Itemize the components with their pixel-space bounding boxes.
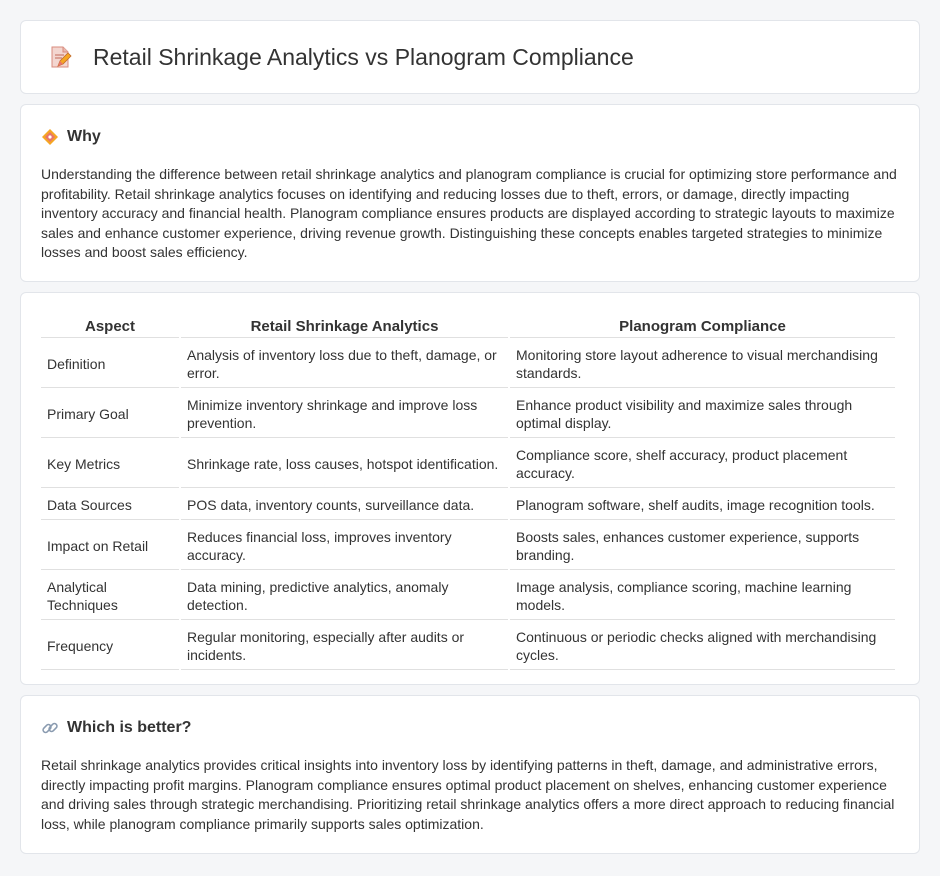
table-row: Primary Goal Minimize inventory shrinkag… — [41, 390, 895, 438]
table-row: Analytical Techniques Data mining, predi… — [41, 572, 895, 620]
header-aspect: Aspect — [41, 315, 179, 338]
table-header-row: Aspect Retail Shrinkage Analytics Planog… — [41, 315, 895, 338]
row-planogram-value: Image analysis, compliance scoring, mach… — [510, 572, 895, 620]
row-planogram-value: Continuous or periodic checks aligned wi… — [510, 622, 895, 670]
diamond-warning-icon — [41, 128, 59, 146]
link-icon — [41, 719, 59, 737]
row-planogram-value: Monitoring store layout adherence to vis… — [510, 340, 895, 388]
row-aspect: Primary Goal — [41, 390, 179, 438]
why-section: Why Understanding the difference between… — [20, 104, 920, 282]
which-is-better-section: Which is better? Retail shrinkage analyt… — [20, 695, 920, 854]
row-aspect: Data Sources — [41, 490, 179, 520]
comparison-card: Aspect Retail Shrinkage Analytics Planog… — [20, 292, 920, 685]
why-text: Understanding the difference between ret… — [41, 166, 897, 261]
header-planogram: Planogram Compliance — [510, 315, 895, 338]
row-aspect: Key Metrics — [41, 440, 179, 488]
header-card: Retail Shrinkage Analytics vs Planogram … — [20, 20, 920, 94]
row-aspect: Frequency — [41, 622, 179, 670]
page-title: Retail Shrinkage Analytics vs Planogram … — [93, 43, 634, 70]
table-row: Definition Analysis of inventory loss du… — [41, 340, 895, 388]
row-shrinkage-value: Data mining, predictive analytics, anoma… — [181, 572, 508, 620]
comparison-table: Aspect Retail Shrinkage Analytics Planog… — [39, 313, 897, 672]
row-shrinkage-value: Minimize inventory shrinkage and improve… — [181, 390, 508, 438]
table-row: Data Sources POS data, inventory counts,… — [41, 490, 895, 520]
table-row: Key Metrics Shrinkage rate, loss causes,… — [41, 440, 895, 488]
pencil-document-icon — [47, 44, 73, 70]
row-aspect: Analytical Techniques — [41, 572, 179, 620]
row-aspect: Definition — [41, 340, 179, 388]
row-planogram-value: Boosts sales, enhances customer experien… — [510, 522, 895, 570]
table-row: Impact on Retail Reduces financial loss,… — [41, 522, 895, 570]
row-planogram-value: Planogram software, shelf audits, image … — [510, 490, 895, 520]
row-shrinkage-value: Analysis of inventory loss due to theft,… — [181, 340, 508, 388]
row-shrinkage-value: POS data, inventory counts, surveillance… — [181, 490, 508, 520]
why-title: Why — [67, 128, 101, 145]
row-shrinkage-value: Regular monitoring, especially after aud… — [181, 622, 508, 670]
row-planogram-value: Enhance product visibility and maximize … — [510, 390, 895, 438]
table-row: Frequency Regular monitoring, especially… — [41, 622, 895, 670]
row-aspect: Impact on Retail — [41, 522, 179, 570]
better-text: Retail shrinkage analytics provides crit… — [41, 757, 895, 832]
header-shrinkage: Retail Shrinkage Analytics — [181, 315, 508, 338]
row-shrinkage-value: Shrinkage rate, loss causes, hotspot ide… — [181, 440, 508, 488]
row-shrinkage-value: Reduces financial loss, improves invento… — [181, 522, 508, 570]
row-planogram-value: Compliance score, shelf accuracy, produc… — [510, 440, 895, 488]
better-title: Which is better? — [67, 719, 192, 736]
